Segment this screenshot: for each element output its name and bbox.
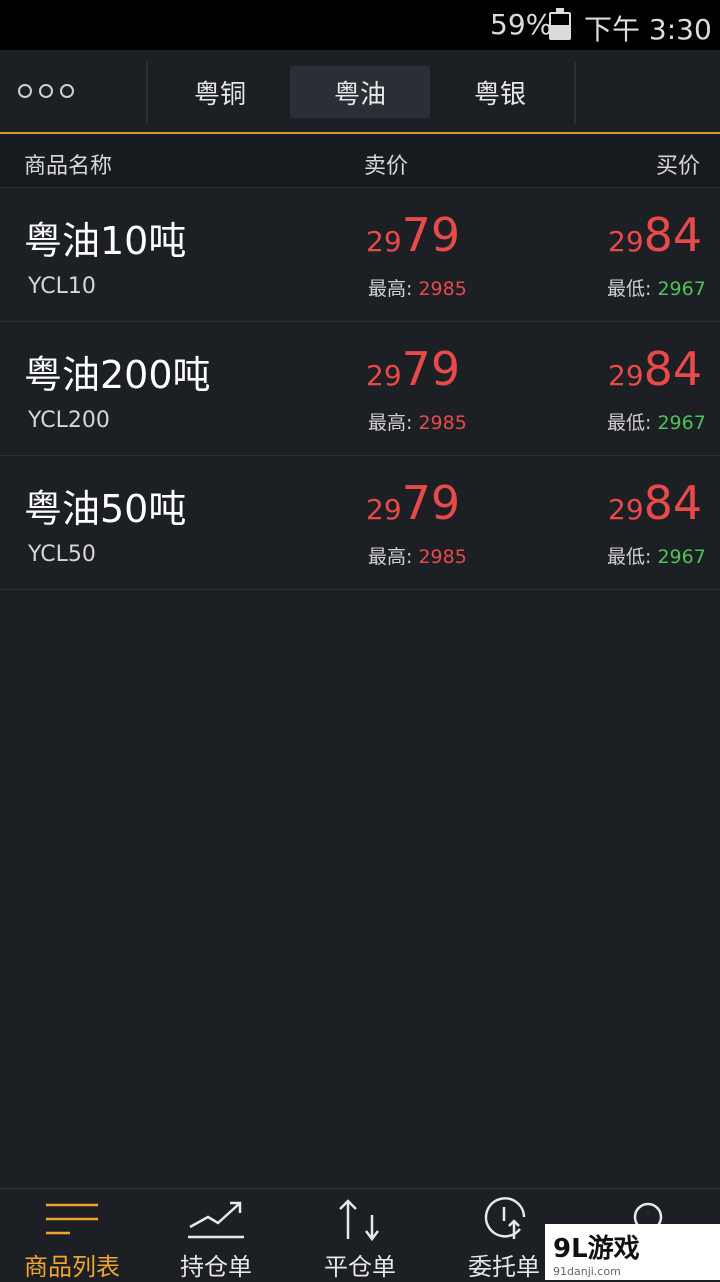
nav-label: 持仓单 — [180, 1253, 252, 1281]
clock: 下午 3:30 — [584, 13, 712, 46]
nav-product-list[interactable]: 商品列表 — [0, 1189, 144, 1281]
product-code: YCL10 — [28, 274, 96, 299]
low-price: 最低: 2967 — [607, 546, 706, 568]
battery-icon — [549, 8, 571, 40]
column-sell-label: 卖价 — [364, 154, 409, 179]
nav-closed-positions[interactable]: 平仓单 — [288, 1189, 432, 1281]
buy-price[interactable]: 2984 — [608, 342, 702, 396]
watermark: 9L游戏 91danji.com — [545, 1224, 720, 1280]
column-buy-label: 买价 — [656, 154, 701, 179]
product-name: 粤油200吨 — [24, 353, 211, 397]
divider — [574, 62, 576, 124]
product-code: YCL200 — [28, 408, 110, 433]
sell-price[interactable]: 2979 — [366, 476, 460, 530]
trend-chart-icon — [188, 1201, 244, 1239]
product-code: YCL50 — [28, 542, 96, 567]
status-bar: 59% 下午 3:30 — [0, 0, 720, 50]
column-name-label: 商品名称 — [24, 154, 113, 179]
low-price: 最低: 2967 — [607, 412, 706, 434]
list-icon — [46, 1203, 98, 1235]
product-row[interactable]: 粤油200吨 YCL200 2979 2984 最高: 2985 最低: 296… — [0, 322, 720, 456]
nav-label: 商品列表 — [24, 1253, 120, 1281]
product-row[interactable]: 粤油50吨 YCL50 2979 2984 最高: 2985 最低: 2967 — [0, 456, 720, 590]
sell-price[interactable]: 2979 — [366, 342, 460, 396]
more-options-icon[interactable] — [18, 84, 76, 100]
sell-price[interactable]: 2979 — [366, 208, 460, 262]
battery-percent: 59% — [490, 8, 553, 41]
nav-positions[interactable]: 持仓单 — [144, 1189, 288, 1281]
product-row[interactable]: 粤油10吨 YCL10 2979 2984 最高: 2985 最低: 2967 — [0, 188, 720, 322]
column-header: 商品名称 卖价 买价 — [0, 136, 720, 188]
high-price: 最高: 2985 — [368, 278, 467, 300]
buy-price[interactable]: 2984 — [608, 476, 702, 530]
high-price: 最高: 2985 — [368, 412, 467, 434]
high-price: 最高: 2985 — [368, 546, 467, 568]
low-price: 最低: 2967 — [607, 278, 706, 300]
product-name: 粤油10吨 — [24, 219, 187, 263]
nav-label: 平仓单 — [324, 1253, 396, 1281]
divider — [146, 62, 148, 124]
tab-silver[interactable]: 粤银 — [430, 66, 570, 118]
product-name: 粤油50吨 — [24, 487, 187, 531]
buy-price[interactable]: 2984 — [608, 208, 702, 262]
clock-upload-icon — [484, 1197, 526, 1239]
watermark-brand: 9L游戏 — [553, 1234, 640, 1264]
tab-oil[interactable]: 粤油 — [290, 66, 430, 118]
up-down-arrows-icon — [339, 1199, 379, 1241]
watermark-url: 91danji.com — [553, 1265, 621, 1278]
tab-copper[interactable]: 粤铜 — [150, 66, 290, 118]
top-nav: 粤铜 粤油 粤银 — [0, 50, 720, 134]
